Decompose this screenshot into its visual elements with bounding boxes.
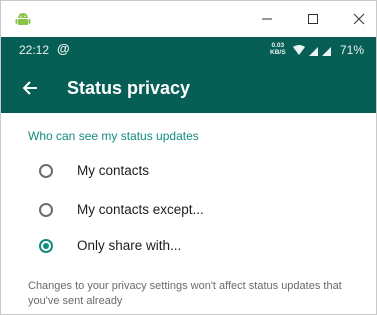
signal-icon-2 xyxy=(322,47,331,56)
wifi-icon xyxy=(293,45,305,55)
minimize-icon xyxy=(262,18,272,20)
signal-icon xyxy=(309,47,318,56)
data-speed-value: 0.03 xyxy=(271,42,285,49)
option-only-share-with[interactable]: Only share with... xyxy=(1,228,376,264)
status-time: 22:12 xyxy=(19,43,50,57)
radio-button[interactable] xyxy=(39,203,53,217)
maximize-icon xyxy=(308,14,318,24)
android-icon xyxy=(15,13,31,25)
option-label: Only share with... xyxy=(77,238,182,253)
app-window: 22:12 @ 0.03 KB/S 71% Status privacy Who… xyxy=(0,0,377,315)
back-button[interactable] xyxy=(15,73,45,103)
maximize-button[interactable] xyxy=(291,1,335,37)
battery-level: 71% xyxy=(340,43,365,57)
option-label: My contacts xyxy=(77,163,150,178)
radio-button[interactable] xyxy=(39,164,53,178)
option-my-contacts[interactable]: My contacts xyxy=(1,153,376,189)
arrow-left-icon xyxy=(22,81,37,95)
data-speed-indicator: 0.03 KB/S xyxy=(270,42,286,56)
close-button[interactable] xyxy=(337,1,376,37)
minimize-button[interactable] xyxy=(245,1,289,37)
app-toolbar: Status privacy xyxy=(1,63,376,113)
data-speed-unit: KB/S xyxy=(270,49,286,56)
option-my-contacts-except[interactable]: My contacts except... xyxy=(1,192,376,228)
android-status-bar: 22:12 @ 0.03 KB/S 71% xyxy=(1,37,376,63)
network-signal-icons xyxy=(293,45,331,56)
window-title-bar xyxy=(1,1,376,37)
option-label: My contacts except... xyxy=(77,202,204,217)
privacy-note: Changes to your privacy settings won't a… xyxy=(28,280,342,307)
section-header: Who can see my status updates xyxy=(28,129,199,143)
page-title: Status privacy xyxy=(67,78,191,98)
close-icon xyxy=(353,13,365,25)
notification-icon: @ xyxy=(57,41,70,56)
radio-button-selected[interactable] xyxy=(39,239,53,253)
